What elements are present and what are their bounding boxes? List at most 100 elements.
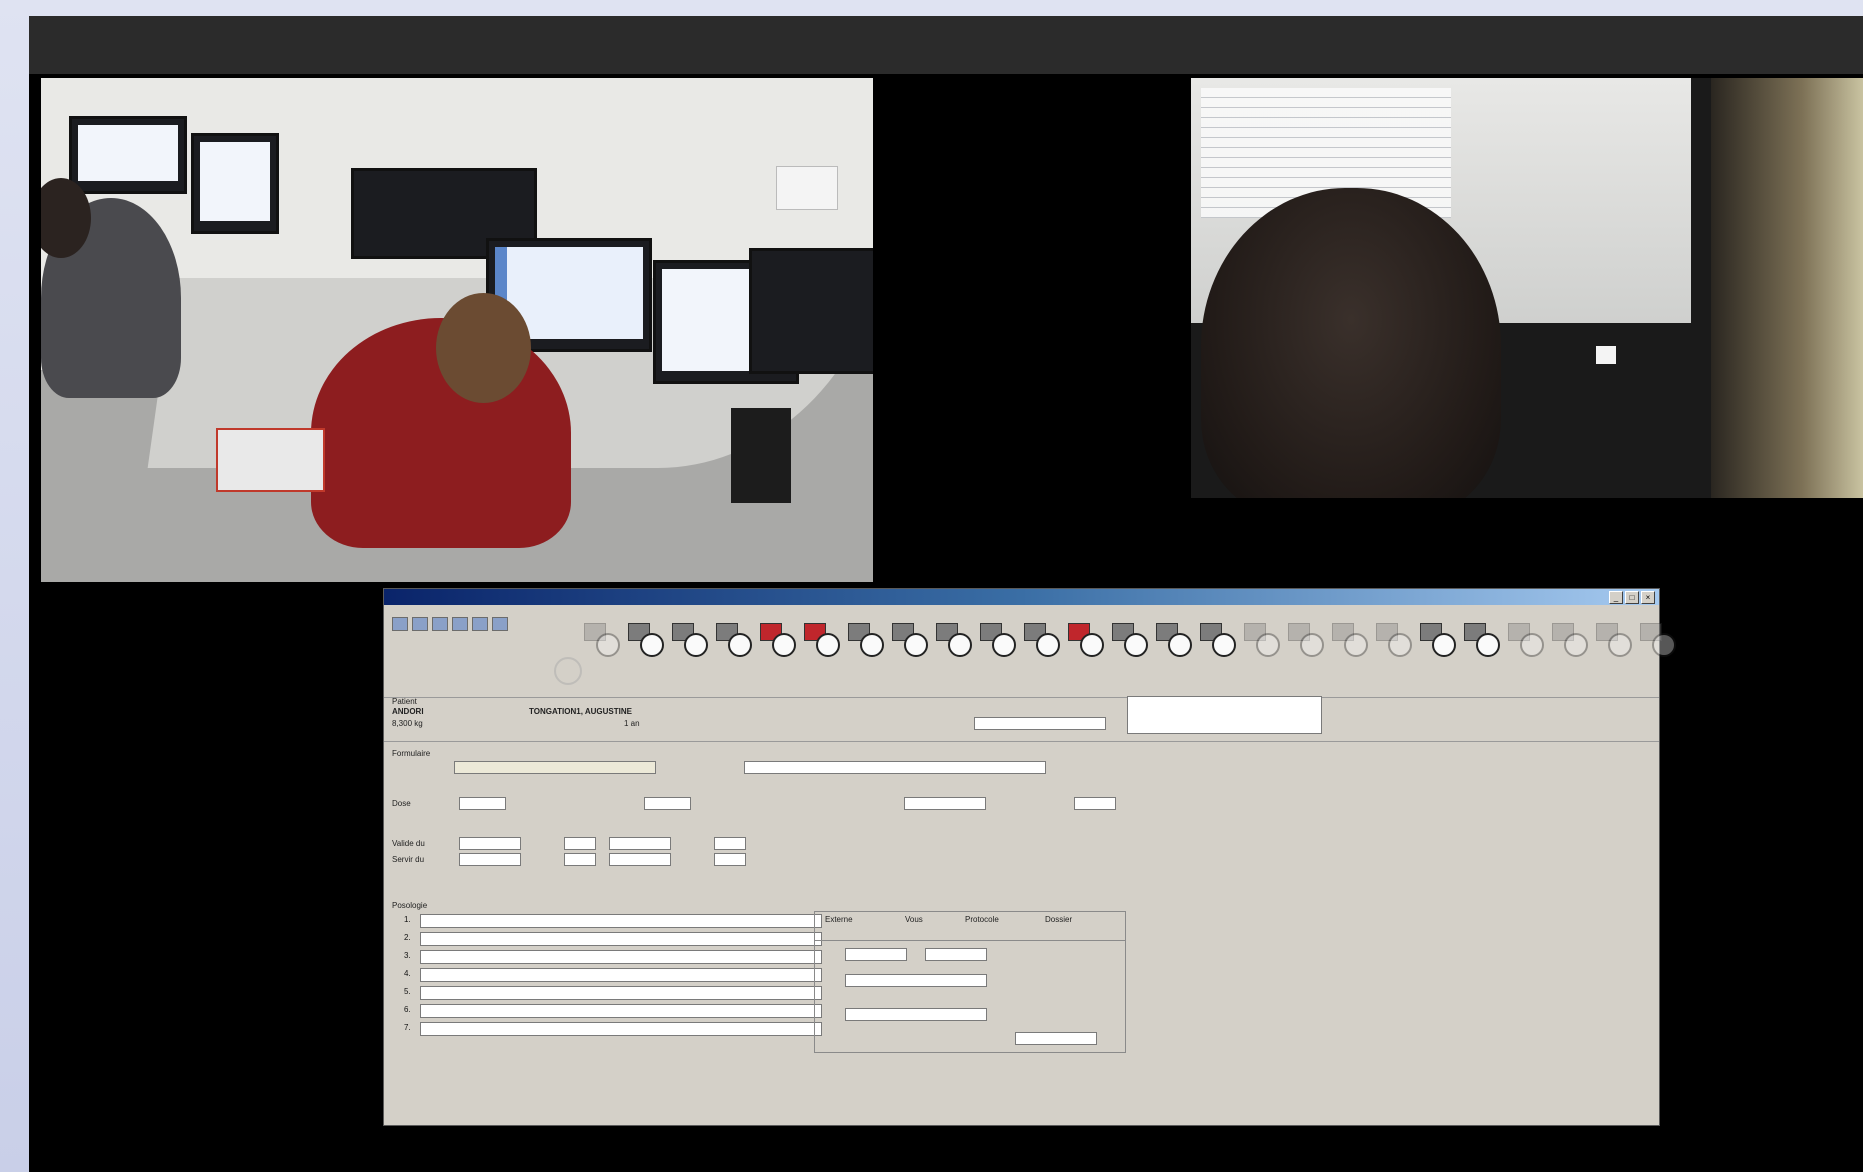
side-monitor <box>1711 78 1863 498</box>
monitor-power-light <box>1596 346 1616 364</box>
dose-time-icon[interactable] <box>760 623 800 657</box>
route-select[interactable] <box>644 797 691 810</box>
posology-row-number: 1. <box>404 915 411 924</box>
clock-icon <box>1520 633 1544 657</box>
specialty-field[interactable] <box>454 761 656 774</box>
valid-from-time[interactable] <box>564 837 596 850</box>
dose-time-icon[interactable] <box>628 623 668 657</box>
posology-row-input[interactable] <box>420 932 822 946</box>
clock-icon <box>1212 633 1236 657</box>
drug-description-field[interactable] <box>744 761 1046 774</box>
tab-vous[interactable]: Vous <box>905 915 923 924</box>
toolbar-icon-1[interactable] <box>392 617 408 631</box>
dose-time-icon[interactable] <box>1112 623 1152 657</box>
over-shoulder-video <box>1191 78 1863 498</box>
dose-time-icon[interactable] <box>848 623 888 657</box>
patient-weight: 8,300 kg <box>392 719 423 728</box>
admin-field-3[interactable] <box>845 974 987 987</box>
dose-input[interactable] <box>459 797 506 810</box>
patient-short-name: ANDORI <box>392 707 424 716</box>
posology-row-input[interactable] <box>420 1004 822 1018</box>
search-icon[interactable] <box>554 657 582 685</box>
toolbar-icon-4[interactable] <box>452 617 468 631</box>
tab-externe[interactable]: Externe <box>825 915 853 924</box>
dose-time-icon[interactable] <box>1552 623 1592 657</box>
clock-icon <box>816 633 840 657</box>
posology-row-input[interactable] <box>420 914 822 928</box>
serve-from-time[interactable] <box>564 853 596 866</box>
toolbar-icon-2[interactable] <box>412 617 428 631</box>
posology-row-input[interactable] <box>420 968 822 982</box>
serve-to-time[interactable] <box>714 853 746 866</box>
dose-time-icon[interactable] <box>1200 623 1240 657</box>
posology-row-input[interactable] <box>420 1022 822 1036</box>
app-title-bar: _ □ × <box>384 589 1659 605</box>
dose-time-icon[interactable] <box>1596 623 1636 657</box>
admin-field-1[interactable] <box>845 948 907 961</box>
clock-icon <box>904 633 928 657</box>
posology-row-number: 7. <box>404 1023 411 1032</box>
patient-full-name: TONGATION1, AUGUSTINE <box>529 707 632 716</box>
dose-time-icon[interactable] <box>1464 623 1504 657</box>
dose-time-icon[interactable] <box>1156 623 1196 657</box>
close-button[interactable]: × <box>1641 591 1655 604</box>
posology-row: 1. <box>404 914 824 928</box>
prescriber-field[interactable] <box>974 717 1106 730</box>
dose-time-icon[interactable] <box>1640 623 1680 657</box>
patient-age: 1 an <box>624 719 640 728</box>
dose-time-icon[interactable] <box>1288 623 1328 657</box>
dose-time-icon[interactable] <box>892 623 932 657</box>
dose-toolbar <box>384 607 1676 698</box>
user-head <box>1201 188 1501 498</box>
valid-from-label: Valide du <box>392 839 425 848</box>
clock-icon <box>596 633 620 657</box>
serve-from-date[interactable] <box>459 853 521 866</box>
admin-field-4[interactable] <box>845 1008 987 1021</box>
dose-time-icon[interactable] <box>1332 623 1372 657</box>
posology-row: 6. <box>404 1004 824 1018</box>
dose-time-icon[interactable] <box>1244 623 1284 657</box>
patient-section-label: Patient <box>392 697 417 706</box>
book-stack <box>216 428 325 492</box>
posology-row-input[interactable] <box>420 986 822 1000</box>
dose-time-icon[interactable] <box>1068 623 1108 657</box>
clock-icon <box>1256 633 1280 657</box>
dose-time-icon[interactable] <box>584 623 624 657</box>
dose-time-icon[interactable] <box>1508 623 1548 657</box>
toolbar-icon-6[interactable] <box>492 617 508 631</box>
serve-to-date[interactable] <box>609 853 671 866</box>
dose-time-icon[interactable] <box>716 623 756 657</box>
tab-dossier[interactable]: Dossier <box>1045 915 1072 924</box>
toolbar-icon-3[interactable] <box>432 617 448 631</box>
tab-protocole[interactable]: Protocole <box>965 915 999 924</box>
monitor-1 <box>191 133 279 234</box>
maximize-button[interactable]: □ <box>1625 591 1639 604</box>
patient-banner: Patient ANDORI 8,300 kg TONGATION1, AUGU… <box>384 695 1659 742</box>
dose-time-icon[interactable] <box>672 623 712 657</box>
posology-row-number: 6. <box>404 1005 411 1014</box>
toolbar-icon-5[interactable] <box>472 617 488 631</box>
posology-row: 3. <box>404 950 824 964</box>
valid-from-date[interactable] <box>459 837 521 850</box>
dose-time-icon[interactable] <box>980 623 1020 657</box>
dose-time-icon[interactable] <box>1376 623 1416 657</box>
dose-time-icon[interactable] <box>804 623 844 657</box>
clock-icon <box>1432 633 1456 657</box>
formulation-label: Formulaire <box>392 749 431 758</box>
clock-icon <box>1564 633 1588 657</box>
video-conference-frame: _ □ × Patient ANDORI 8,300 kg TONGATION1… <box>29 16 1863 1172</box>
max-dose-field[interactable] <box>1074 797 1116 810</box>
pc-tower <box>731 408 791 503</box>
admin-field-2[interactable] <box>925 948 987 961</box>
dose-time-icon[interactable] <box>936 623 976 657</box>
valid-to-time[interactable] <box>714 837 746 850</box>
frequency-select[interactable] <box>904 797 986 810</box>
dose-time-icon[interactable] <box>1024 623 1064 657</box>
posology-row-input[interactable] <box>420 950 822 964</box>
valid-to-date[interactable] <box>609 837 671 850</box>
dose-time-icon[interactable] <box>1420 623 1460 657</box>
minimize-button[interactable]: _ <box>1609 591 1623 604</box>
dose-label: Dose <box>392 799 411 808</box>
clock-icon <box>1300 633 1324 657</box>
admin-select[interactable] <box>1015 1032 1097 1045</box>
